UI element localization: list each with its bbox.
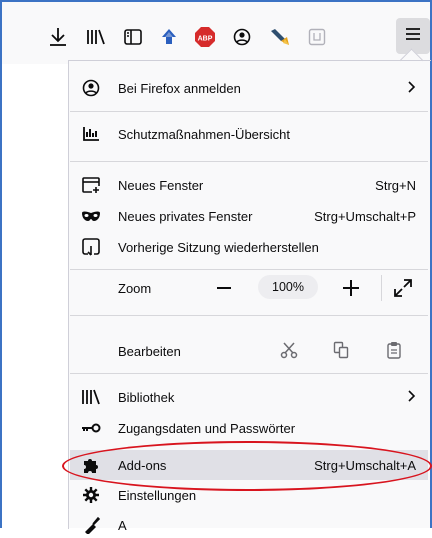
highlight-annotation-oval (62, 441, 432, 491)
menu-separator (70, 161, 428, 162)
menu-item-shortcut: Strg+N (375, 177, 416, 193)
menu-item-label: Bei Firefox anmelden (118, 80, 241, 96)
zoom-separator (381, 275, 382, 301)
account-icon[interactable] (229, 24, 255, 50)
chevron-right-icon (408, 80, 416, 96)
menu-item-protections[interactable]: Schutzmaßnahmen-Übersicht (70, 114, 428, 154)
gear-icon (81, 485, 101, 505)
menu-item-label: Vorherige Sitzung wiederherstellen (118, 239, 319, 255)
menu-item-label: Zugangsdaten und Passwörter (118, 420, 296, 436)
abp-badge-text: ABP (198, 36, 213, 43)
browser-toolbar: ABP (2, 2, 430, 64)
clipboard-icon (387, 342, 401, 359)
menu-item-label: Neues Fenster (118, 177, 204, 193)
chevron-right-icon (408, 389, 416, 405)
zoom-in-button[interactable] (342, 279, 360, 297)
sidebar-icon[interactable] (120, 24, 146, 50)
copy-button[interactable] (332, 341, 350, 359)
abp-icon[interactable]: ABP (192, 24, 218, 50)
menu-item-logins[interactable]: Zugangsdaten und Passwörter (70, 415, 428, 441)
menu-item-label: Schutzmaßnahmen-Übersicht (118, 126, 290, 142)
menu-item-label: A (118, 517, 127, 533)
menu-item-new-private-window[interactable]: Neues privates Fenster Strg+Umschalt+P (70, 203, 428, 229)
zoom-out-button[interactable] (217, 287, 231, 289)
menu-separator (70, 315, 428, 316)
protections-dashboard-icon (81, 124, 101, 144)
private-mask-icon (81, 206, 101, 226)
scissors-icon (280, 342, 298, 359)
container-icon[interactable] (304, 24, 330, 50)
zoom-label: Zoom (118, 280, 152, 296)
menu-item-sign-in[interactable]: Bei Firefox anmelden (70, 68, 428, 108)
menu-separator (70, 373, 428, 374)
menu-item-library[interactable]: Bibliothek (70, 384, 428, 410)
key-icon (81, 418, 101, 438)
edit-label: Bearbeiten (118, 343, 181, 359)
menu-item-more[interactable]: A (70, 512, 428, 538)
hamburger-menu-button[interactable] (396, 18, 430, 54)
pencil-extension-icon[interactable] (267, 24, 293, 50)
menu-item-zoom: Zoom (70, 274, 428, 302)
account-icon (81, 78, 101, 98)
menu-item-shortcut: Strg+Umschalt+P (314, 208, 416, 224)
hamburger-menu-icon (405, 27, 421, 46)
menu-separator (70, 269, 428, 270)
copy-icon (333, 341, 349, 359)
library-icon[interactable] (83, 24, 109, 50)
menu-item-new-window[interactable]: Neues Fenster Strg+N (70, 172, 428, 198)
menu-item-label: Einstellungen (118, 487, 197, 503)
menu-item-label: Neues privates Fenster (118, 208, 253, 224)
fullscreen-button[interactable] (393, 278, 413, 298)
fullscreen-icon (394, 279, 412, 297)
paste-button[interactable] (385, 341, 403, 359)
new-window-icon (81, 175, 101, 195)
menu-item-restore-session[interactable]: Vorherige Sitzung wiederherstellen (70, 234, 428, 260)
menu-item-label: Bibliothek (118, 389, 175, 405)
library-icon (81, 387, 101, 407)
zoom-reset-button[interactable]: 100% (258, 275, 318, 299)
window-frame-left (0, 0, 2, 528)
cut-button[interactable] (280, 341, 298, 359)
download-icon[interactable] (45, 24, 71, 50)
restore-session-icon (81, 237, 101, 257)
menu-separator (70, 111, 428, 112)
menu-item-edit: Bearbeiten (70, 338, 428, 364)
extension-icon[interactable] (156, 24, 182, 50)
brush-icon (81, 515, 101, 535)
